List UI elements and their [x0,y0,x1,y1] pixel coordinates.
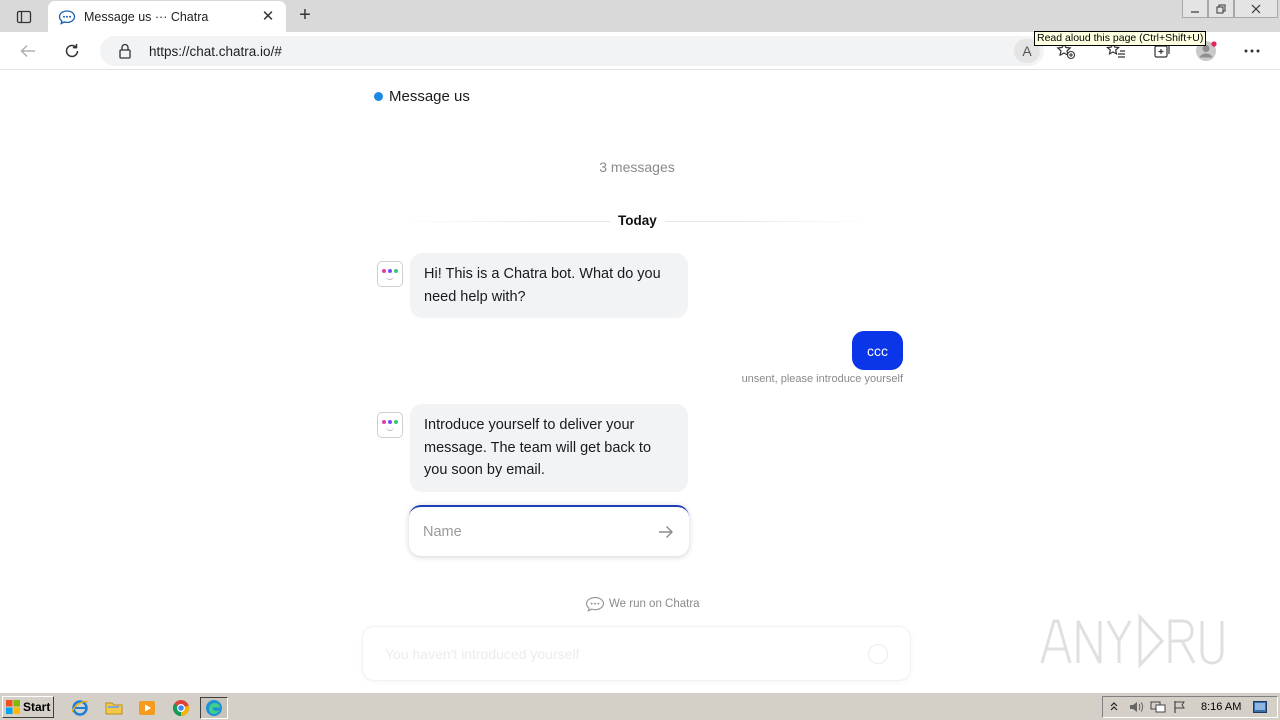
folder-icon[interactable] [102,697,126,719]
message-count[interactable]: 3 messages [0,159,1274,175]
taskbar-clock[interactable]: 8:16 AM [1201,701,1241,713]
close-window-icon[interactable] [1234,0,1278,18]
os-taskbar: Start 8:16 AM [0,692,1280,720]
emoji-icon[interactable] [868,643,888,664]
window-controls [1182,0,1278,18]
more-menu-icon[interactable] [1241,41,1263,61]
volume-icon[interactable] [1125,697,1147,717]
start-label: Start [23,700,51,714]
restore-icon[interactable] [1208,0,1234,18]
name-input-container [409,505,689,556]
screen: Message us ··· Chatra ✕ + https://chat.c… [0,0,1280,720]
arrow-right-icon[interactable] [657,523,675,541]
user-message: ccc [852,331,903,370]
chat-page: Message us 3 messages Today Hi! This is … [0,71,1280,691]
ie-icon[interactable] [68,697,92,719]
bot-message: Introduce yourself to deliver your messa… [410,404,688,492]
day-label: Today [610,213,665,228]
chat-bubble-icon [58,8,76,26]
edge-icon[interactable] [200,697,228,719]
message-composer [362,626,911,681]
name-input[interactable] [423,523,657,540]
message-input[interactable] [385,645,868,662]
powered-by-text: We run on Chatra [609,598,700,610]
network-icon[interactable] [1147,697,1169,717]
read-aloud-tooltip: Read aloud this page (Ctrl+Shift+U) [1034,31,1207,46]
bot-message: Hi! This is a Chatra bot. What do you ne… [410,253,688,318]
media-player-icon[interactable] [135,697,159,719]
url-text: https://chat.chatra.io/# [149,43,282,59]
address-bar[interactable]: https://chat.chatra.io/# A [100,36,1044,66]
chat-header: Message us [374,88,470,105]
chevron-up-icon[interactable] [1103,697,1125,717]
browser-tab[interactable]: Message us ··· Chatra ✕ [48,1,286,32]
online-status-dot [374,92,383,101]
tab-actions-icon[interactable] [10,6,38,28]
action-center-flag-icon[interactable] [1169,697,1191,717]
browser-tab-strip: Message us ··· Chatra ✕ + [0,0,1280,32]
lock-icon [118,43,132,59]
tab-close-button[interactable]: ✕ [260,8,276,25]
show-desktop-icon[interactable] [1249,697,1271,717]
new-tab-button[interactable]: + [294,5,316,27]
start-button[interactable]: Start [2,696,54,718]
windows-logo-icon [6,700,20,714]
bot-avatar-icon [377,412,403,438]
anyrun-watermark-logo [1040,613,1224,669]
refresh-button[interactable] [59,39,85,63]
chat-bubble-icon [585,596,605,612]
message-status: unsent, please introduce yourself [741,373,903,385]
minimize-icon[interactable] [1182,0,1208,18]
system-tray: 8:16 AM [1102,696,1278,718]
bot-avatar-icon [377,261,403,287]
tab-title: Message us ··· Chatra [84,9,209,24]
chat-title: Message us [389,88,470,105]
back-button[interactable] [15,39,41,63]
powered-by-link[interactable]: We run on Chatra [585,596,700,612]
chrome-icon[interactable] [169,697,193,719]
